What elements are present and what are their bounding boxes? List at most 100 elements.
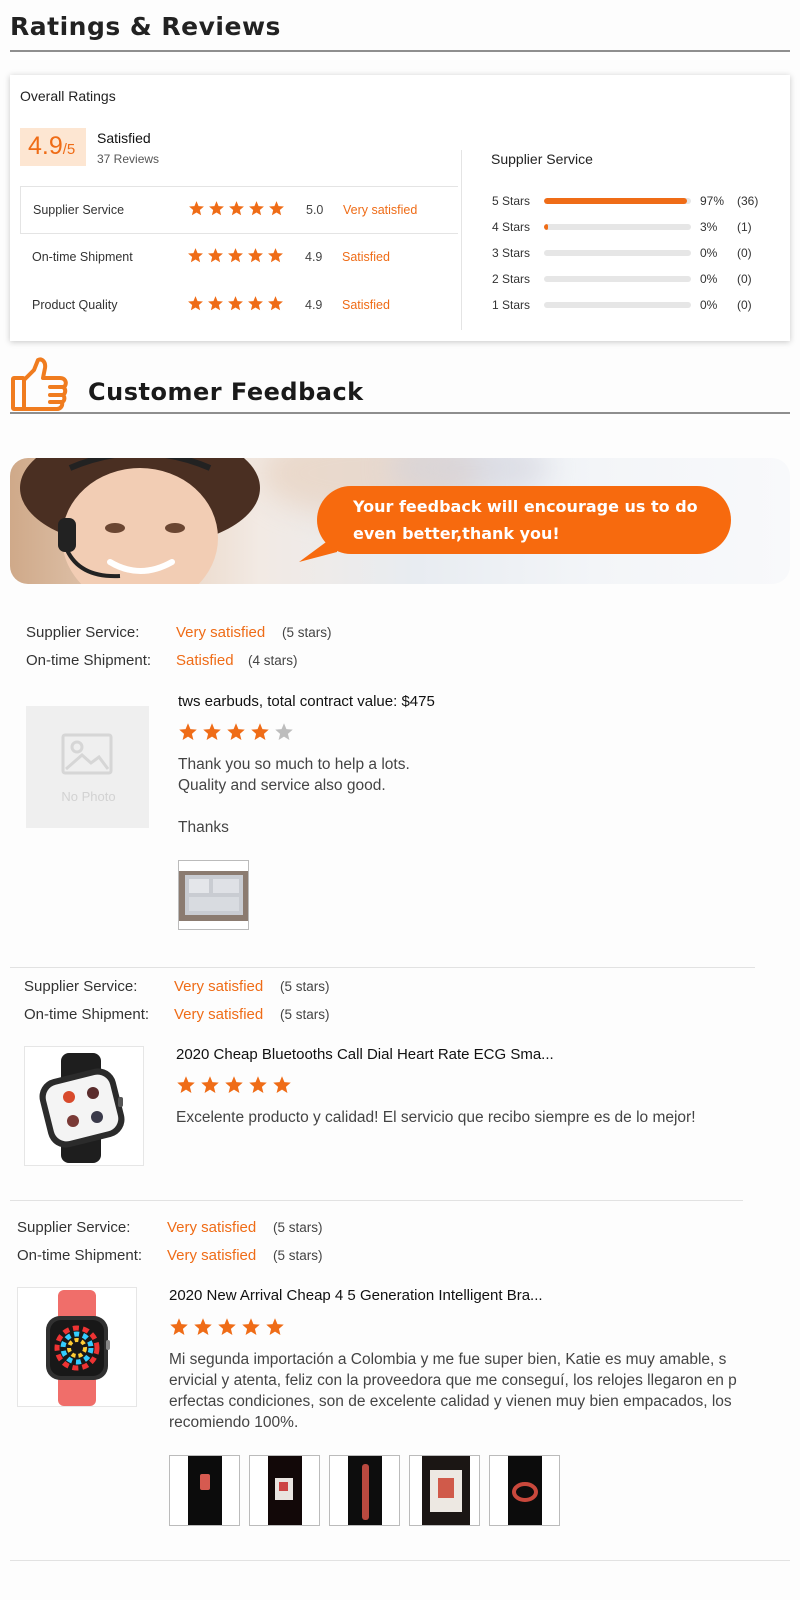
supplier-service-label: Supplier Service:: [26, 624, 140, 641]
supplier-service-value: Very satisfied: [176, 624, 266, 641]
distribution-count: (0): [737, 298, 752, 312]
metric-supplier-service[interactable]: Supplier Service 5.0 Very satisfied: [20, 186, 458, 234]
star-filled-icon: [228, 248, 243, 263]
metric-text: Very satisfied: [343, 203, 418, 217]
review-separator: [10, 1200, 743, 1201]
overall-satisfaction-label: Satisfied: [97, 130, 151, 146]
star-filled-icon: [225, 1076, 243, 1093]
distribution-row: 2 Stars 0% (0): [482, 270, 782, 288]
title-divider: [10, 50, 790, 52]
star-filled-icon: [228, 296, 243, 311]
review-item: Supplier Service: Very satisfied (5 star…: [0, 978, 800, 1178]
review-attachment[interactable]: [249, 1455, 320, 1526]
product-photo[interactable]: No Photo: [26, 706, 149, 828]
page-title: Ratings & Reviews: [10, 12, 281, 41]
metric-name: On-time Shipment: [32, 250, 133, 264]
star-filled-icon: [229, 201, 244, 216]
overall-ratings-title: Overall Ratings: [20, 88, 116, 104]
shipment-stars: (5 stars): [280, 1007, 330, 1022]
supplier-service-label: Supplier Service:: [24, 978, 138, 995]
attachment-image: [188, 1456, 222, 1525]
shipment-stars: (4 stars): [248, 653, 298, 668]
overall-score: 4.9/5: [20, 128, 86, 166]
attachment-image: [348, 1456, 382, 1525]
smartwatch-image: [39, 1053, 125, 1163]
distribution-percent: 0%: [700, 246, 718, 260]
metric-stars: [188, 200, 288, 218]
distribution-label: 5 Stars: [492, 194, 531, 208]
shipment-value: Very satisfied: [167, 1247, 257, 1264]
metric-value: 5.0: [306, 203, 324, 217]
star-filled-icon: [251, 723, 269, 740]
distribution-count: (0): [737, 272, 752, 286]
distribution-bar-track: [544, 250, 691, 256]
review-separator: [10, 967, 755, 968]
review-stars: [178, 722, 298, 742]
review-attachment[interactable]: [169, 1455, 240, 1526]
attachment-image: [422, 1456, 470, 1525]
review-line: recomiendo 100%.: [169, 1414, 299, 1431]
banner-text-line2: even better,thank you!: [353, 524, 560, 543]
product-title[interactable]: 2020 New Arrival Cheap 4 5 Generation In…: [169, 1287, 543, 1304]
shipment-label: On-time Shipment:: [26, 652, 152, 669]
metric-on-time-shipment[interactable]: On-time Shipment 4.9 Satisfied: [20, 234, 458, 282]
review-attachment[interactable]: [409, 1455, 480, 1526]
star-filled-icon: [249, 1076, 267, 1093]
distribution-row: 5 Stars 97% (36): [482, 192, 782, 210]
thumbs-up-icon: [11, 357, 68, 411]
distribution-percent: 97%: [700, 194, 725, 208]
shipment-value: Very satisfied: [174, 1006, 264, 1023]
score-denominator: /5: [62, 141, 76, 158]
review-line: [178, 796, 410, 817]
no-photo-icon: [61, 733, 113, 775]
metric-text: Satisfied: [342, 298, 390, 312]
product-photo[interactable]: [17, 1287, 137, 1407]
star-filled-icon: [208, 248, 223, 263]
distribution-bar-track: [544, 224, 691, 230]
star-filled-icon: [269, 201, 284, 216]
speech-bubble: Your feedback will encourage us to do ev…: [317, 486, 731, 554]
distribution-bar-track: [544, 276, 691, 282]
distribution-row: 4 Stars 3% (1): [482, 218, 782, 236]
distribution-label: 1 Stars: [492, 298, 531, 312]
metric-product-quality[interactable]: Product Quality 4.9 Satisfied: [20, 282, 458, 330]
review-attachment[interactable]: [329, 1455, 400, 1526]
star-filled-icon: [242, 1318, 260, 1335]
star-filled-icon: [248, 248, 263, 263]
product-title[interactable]: 2020 Cheap Bluetooths Call Dial Heart Ra…: [176, 1046, 554, 1063]
distribution-percent: 0%: [700, 298, 718, 312]
star-empty-icon: [275, 723, 293, 740]
review-line: Mi segunda importación a Colombia y me f…: [169, 1351, 727, 1368]
supplier-service-label: Supplier Service:: [17, 1219, 131, 1236]
star-filled-icon: [227, 723, 245, 740]
metric-text: Satisfied: [342, 250, 390, 264]
review-body: Thank you so much to help a lots. Qualit…: [178, 754, 410, 838]
metric-name: Product Quality: [32, 298, 118, 312]
star-filled-icon: [218, 1318, 236, 1335]
product-photo[interactable]: [24, 1046, 144, 1166]
no-photo-text: No Photo: [61, 789, 116, 804]
star-filled-icon: [209, 201, 224, 216]
feedback-banner: Your feedback will encourage us to do ev…: [10, 458, 790, 584]
product-title[interactable]: tws earbuds, total contract value: $475: [178, 693, 435, 710]
distribution-label: 3 Stars: [492, 246, 531, 260]
metric-name: Supplier Service: [33, 203, 125, 217]
star-filled-icon: [188, 248, 203, 263]
review-attachment[interactable]: [489, 1455, 560, 1526]
review-count: 37 Reviews: [97, 152, 160, 166]
supplier-service-value: Very satisfied: [167, 1219, 257, 1236]
distribution-count: (1): [737, 220, 752, 234]
review-line: ervicial y atenta, feliz con la proveedo…: [169, 1372, 737, 1389]
star-filled-icon: [203, 723, 221, 740]
review-separator: [10, 1560, 790, 1561]
review-line: Thank you so much to help a lots.: [178, 756, 410, 773]
attachment-image: [268, 1456, 302, 1525]
metric-value: 4.9: [305, 250, 323, 264]
overall-ratings-card: Overall Ratings 4.9/5 Satisfied 37 Revie…: [10, 75, 790, 341]
review-attachment[interactable]: [178, 860, 249, 930]
star-filled-icon: [179, 723, 197, 740]
distribution-title: Supplier Service: [491, 151, 593, 167]
shipment-value: Satisfied: [176, 652, 234, 669]
distribution-bar-track: [544, 302, 691, 308]
review-line: erfectas condiciones, son de excelente c…: [169, 1393, 732, 1410]
